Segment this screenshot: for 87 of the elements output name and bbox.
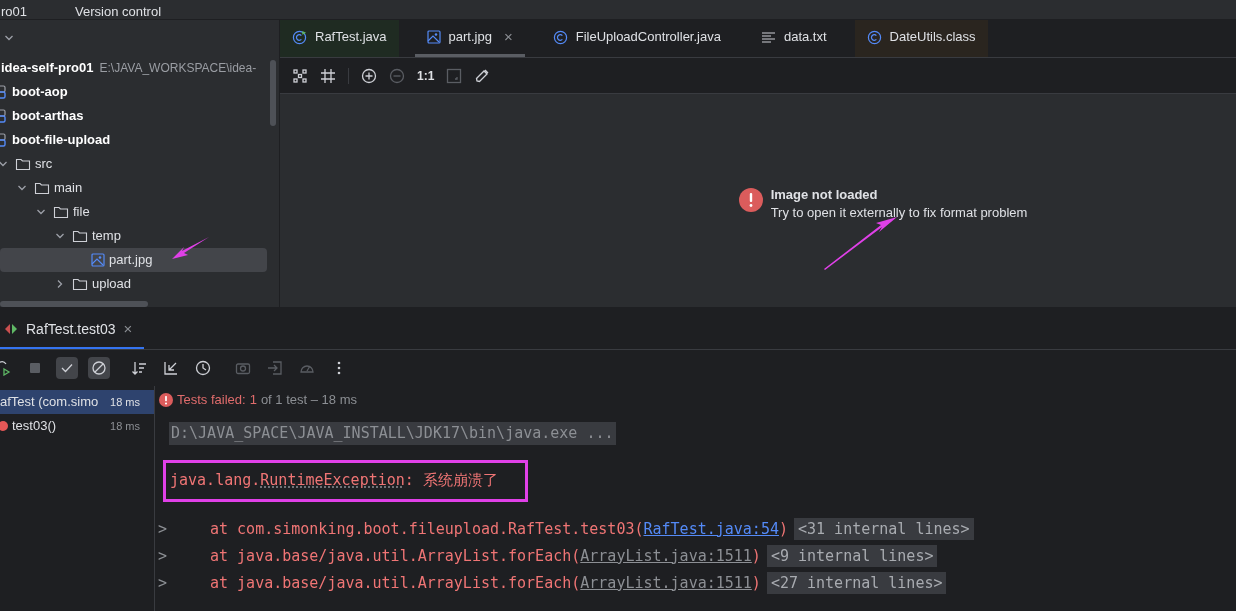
text-file-icon bbox=[760, 30, 776, 44]
failed-icon bbox=[0, 421, 8, 431]
editor-tab[interactable]: RafTest.java bbox=[280, 20, 399, 57]
close-icon[interactable]: × bbox=[123, 317, 133, 341]
source-link[interactable]: ArrayList.java:1511 bbox=[580, 571, 752, 595]
chevron-icon[interactable] bbox=[36, 207, 46, 217]
source-link[interactable]: ArrayList.java:1511 bbox=[580, 544, 752, 568]
message-detail: Try to open it externally to fix format problem bbox=[770, 204, 1028, 222]
chevron-icon[interactable] bbox=[0, 159, 8, 169]
expand-toggle[interactable]: > bbox=[155, 544, 210, 568]
error-icon bbox=[738, 188, 763, 212]
tests-failed-label: Tests failed: bbox=[177, 391, 246, 410]
image-file-icon bbox=[426, 30, 441, 44]
test-row[interactable]: test03() 18 ms bbox=[0, 414, 154, 438]
project-path: E:\JAVA_WORKSPACE\idea- bbox=[99, 60, 257, 77]
tree-label: src bbox=[35, 155, 53, 174]
class-icon bbox=[866, 29, 882, 45]
error-icon bbox=[159, 393, 173, 407]
tree-label: boot-file-upload bbox=[12, 131, 111, 150]
tree-row[interactable]: main bbox=[0, 176, 267, 200]
zoom-in-icon[interactable] bbox=[361, 67, 377, 84]
actual-size-button[interactable]: 1:1 bbox=[417, 66, 435, 85]
clock-icon[interactable] bbox=[195, 360, 211, 376]
folder-icon bbox=[15, 157, 31, 171]
ignored-icon[interactable] bbox=[91, 360, 107, 376]
editor-tab[interactable]: DateUtils.class bbox=[854, 20, 988, 57]
test-summary: of 1 test – 18 ms bbox=[260, 391, 357, 410]
stack-frame: at com.simonking.boot.fileupload.RafTest.test03( bbox=[210, 517, 644, 541]
tree-row[interactable]: part.jpg bbox=[0, 248, 267, 272]
chevron-icon[interactable] bbox=[55, 231, 65, 241]
editor-tab[interactable]: data.txt bbox=[748, 20, 839, 57]
folder-icon bbox=[34, 181, 50, 195]
eyedropper-icon[interactable] bbox=[474, 67, 491, 84]
stack-frame: at java.base/java.util.ArrayList.forEach( bbox=[210, 544, 581, 568]
tree-row[interactable]: boot-arthas bbox=[0, 104, 267, 128]
scrollbar[interactable] bbox=[0, 301, 148, 307]
tree-label: temp bbox=[92, 227, 121, 246]
source-link[interactable]: RafTest.java:54 bbox=[643, 517, 779, 541]
run-tab[interactable]: RafTest.test03 × bbox=[0, 311, 145, 349]
folded-lines[interactable]: <31 internal lines> bbox=[794, 517, 974, 541]
tree-row[interactable]: upload bbox=[0, 272, 267, 296]
folder-icon bbox=[72, 277, 88, 291]
annotation-arrow bbox=[172, 236, 210, 260]
stack-frame-end: ) bbox=[751, 572, 761, 594]
expand-toggle[interactable]: > bbox=[155, 571, 210, 595]
class-run-icon bbox=[292, 29, 307, 45]
collapse-icon[interactable] bbox=[163, 360, 179, 376]
folder-icon bbox=[72, 229, 88, 243]
tree-row[interactable]: boot-aop bbox=[0, 80, 267, 104]
chevron-icon[interactable] bbox=[17, 183, 27, 193]
tree-label: main bbox=[54, 179, 83, 198]
folder-icon bbox=[53, 205, 69, 219]
menu-label[interactable]: Version control bbox=[75, 5, 162, 19]
folded-lines[interactable]: <27 internal lines> bbox=[766, 571, 947, 595]
failed-count: 1 bbox=[249, 391, 257, 410]
project-root[interactable]: idea-self-pro01 bbox=[1, 58, 94, 78]
tree-label: part.jpg bbox=[109, 251, 153, 270]
tree-label: upload bbox=[92, 275, 132, 294]
exception-package: java.lang. bbox=[170, 470, 261, 492]
message-title: Image not loaded bbox=[770, 186, 879, 204]
crop-icon[interactable] bbox=[320, 67, 336, 84]
chevron-icon[interactable] bbox=[4, 33, 14, 43]
tree-label: boot-aop bbox=[12, 83, 68, 102]
image-file-icon bbox=[91, 253, 105, 267]
class-icon bbox=[552, 29, 568, 45]
exception-message: : 系统崩溃了 bbox=[404, 470, 498, 492]
tree-row[interactable]: boot-file-upload bbox=[0, 128, 267, 152]
sort-icon[interactable] bbox=[131, 360, 147, 376]
editor-tab[interactable]: FileUploadController.java bbox=[540, 20, 733, 57]
tree-label: boot-arthas bbox=[12, 107, 84, 126]
test-row[interactable]: afTest (com.simo 18 ms bbox=[0, 390, 154, 414]
tree-row[interactable]: file bbox=[0, 200, 267, 224]
expand-toggle[interactable]: > bbox=[155, 517, 210, 541]
folded-lines[interactable]: <9 internal lines> bbox=[766, 544, 938, 568]
tree-row[interactable]: temp bbox=[0, 224, 267, 248]
scrollbar[interactable] bbox=[270, 60, 276, 126]
stack-frame-end: ) bbox=[751, 545, 761, 567]
tree-label: file bbox=[73, 203, 90, 222]
test-icon bbox=[4, 323, 18, 335]
close-icon[interactable]: × bbox=[503, 25, 513, 49]
grid-icon[interactable] bbox=[292, 67, 308, 84]
tree-row[interactable]: src bbox=[0, 152, 267, 176]
stack-frame: at java.base/java.util.ArrayList.forEach( bbox=[210, 571, 581, 595]
project-name[interactable]: ro01 bbox=[1, 5, 28, 19]
exception-class-link[interactable]: RuntimeException bbox=[260, 469, 405, 492]
chevron-icon[interactable] bbox=[55, 279, 65, 289]
stack-frame-end: ) bbox=[778, 518, 788, 540]
